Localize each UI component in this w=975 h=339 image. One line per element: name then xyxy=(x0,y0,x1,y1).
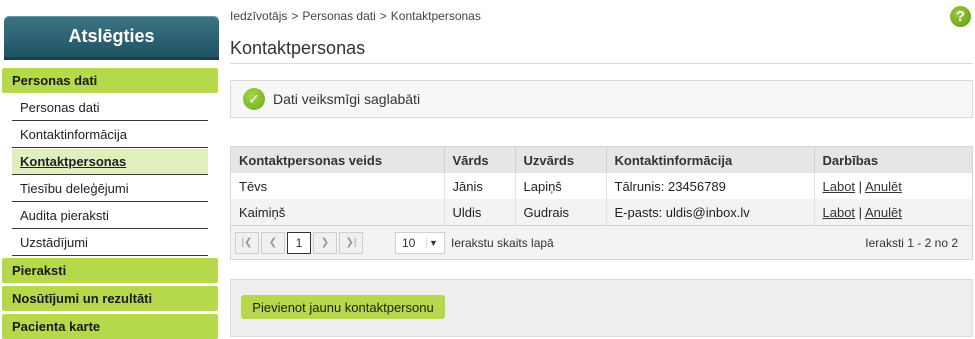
contacts-table: Kontaktpersonas veids Vārds Uzvārds Kont… xyxy=(230,146,973,260)
cell-type: Tēvs xyxy=(231,173,445,199)
sidebar-item-kontaktinformacija[interactable]: Kontaktinformācija xyxy=(12,122,208,148)
cancel-link[interactable]: Anulēt xyxy=(865,179,902,194)
sidebar-section-pieraksti[interactable]: Pieraksti xyxy=(2,258,218,283)
last-page-icon[interactable]: ❯| xyxy=(339,231,363,254)
page-size-value: 10 xyxy=(402,235,416,250)
sidebar-item-uzstadijumi[interactable]: Uzstādījumi xyxy=(12,230,208,256)
success-message: ✓ Dati veiksmīgi saglabāti xyxy=(230,80,973,118)
page-size-label: Ierakstu skaits lapā xyxy=(451,235,554,250)
action-separator: | xyxy=(858,204,863,220)
sidebar-item-tiesibu-delegejumi[interactable]: Tiesību deleģējumi xyxy=(12,176,208,202)
edit-link[interactable]: Labot xyxy=(823,179,856,194)
sidebar-item-personas-dati[interactable]: Personas dati xyxy=(12,95,208,121)
sidebar-section-pacienta-karte[interactable]: Pacienta karte xyxy=(2,314,218,339)
help-icon[interactable]: ? xyxy=(950,6,971,27)
sidebar: Atslēgties Personas dati Personas dati K… xyxy=(0,0,220,339)
breadcrumb-item-current: Kontaktpersonas xyxy=(390,9,481,23)
column-header-contact: Kontaktinformācija xyxy=(606,147,815,173)
next-page-icon[interactable]: ❯ xyxy=(313,231,337,254)
first-page-icon[interactable]: |❮ xyxy=(235,231,259,254)
cell-surname: Lapiņš xyxy=(515,173,607,199)
table-header-row: Kontaktpersonas veids Vārds Uzvārds Kont… xyxy=(231,147,972,173)
chevron-down-icon: ▼ xyxy=(426,237,440,248)
column-header-type: Kontaktpersonas veids xyxy=(231,147,445,173)
column-header-surname: Uzvārds xyxy=(515,147,607,173)
breadcrumb-separator: > xyxy=(291,9,299,23)
prev-page-icon[interactable]: ❮ xyxy=(261,231,285,254)
add-panel: Pievienot jaunu kontaktpersonu xyxy=(230,279,973,337)
breadcrumb-separator: > xyxy=(379,9,387,23)
records-info: Ieraksti 1 - 2 no 2 xyxy=(865,235,958,250)
cell-contact: E-pasts: uldis@inbox.lv xyxy=(606,199,815,225)
cancel-link[interactable]: Anulēt xyxy=(865,205,902,220)
cell-name: Jānis xyxy=(444,173,516,199)
edit-link[interactable]: Labot xyxy=(823,205,856,220)
action-separator: | xyxy=(858,178,863,194)
check-icon: ✓ xyxy=(243,88,265,110)
cell-actions: Labot | Anulēt xyxy=(814,199,972,225)
breadcrumb-item-personas-dati[interactable]: Personas dati xyxy=(302,9,375,23)
cell-name: Uldis xyxy=(444,199,516,225)
column-header-actions: Darbības xyxy=(814,147,972,173)
column-header-name: Vārds xyxy=(444,147,516,173)
current-page-button[interactable]: 1 xyxy=(287,231,311,254)
add-contact-button[interactable]: Pievienot jaunu kontaktpersonu xyxy=(241,295,445,319)
cell-actions: Labot | Anulēt xyxy=(814,173,972,199)
sidebar-item-audita-pieraksti[interactable]: Audita pieraksti xyxy=(12,203,208,229)
table-row: Kaimiņš Uldis Gudrais E-pasts: uldis@inb… xyxy=(231,199,972,225)
logout-button[interactable]: Atslēgties xyxy=(4,16,219,60)
cell-surname: Gudrais xyxy=(515,199,607,225)
page-title: Kontaktpersonas xyxy=(230,38,366,58)
breadcrumb: Iedzīvotājs > Personas dati > Kontaktpersona… xyxy=(230,9,481,23)
sidebar-item-kontaktpersonas[interactable]: Kontaktpersonas xyxy=(12,149,208,175)
sidebar-section-personas-dati[interactable]: Personas dati xyxy=(2,68,218,93)
sidebar-section-nosutijumi[interactable]: Nosūtījumi un rezultāti xyxy=(2,286,218,311)
page-size-select[interactable]: 10 ▼ xyxy=(395,231,445,254)
cell-contact: Tālrunis: 23456789 xyxy=(606,173,815,199)
success-text: Dati veiksmīgi saglabāti xyxy=(273,91,421,107)
cell-type: Kaimiņš xyxy=(231,199,445,225)
breadcrumb-item-iedzivotajs[interactable]: Iedzīvotājs xyxy=(230,9,287,23)
pager: |❮ ❮ 1 ❯ ❯| 10 ▼ Ierakstu skaits lapā Ie… xyxy=(231,225,972,259)
table-row: Tēvs Jānis Lapiņš Tālrunis: 23456789 Lab… xyxy=(231,173,972,199)
title-divider xyxy=(230,63,973,64)
